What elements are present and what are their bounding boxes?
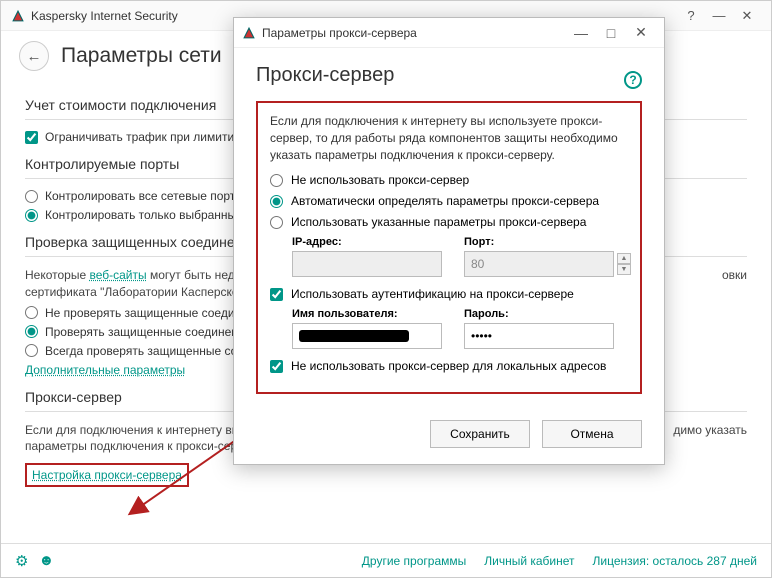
- port-label: Порт:: [464, 236, 631, 248]
- dialog-titlebar: Параметры прокси-сервера — □ ✕: [234, 18, 664, 48]
- proxy-none-radio[interactable]: [270, 174, 283, 187]
- auth-label: Использовать аутентификацию на прокси-се…: [291, 287, 574, 301]
- footer-account[interactable]: Личный кабинет: [484, 554, 574, 568]
- ssl-yes-radio[interactable]: [25, 325, 38, 338]
- proxy-dialog: Параметры прокси-сервера — □ ✕ Прокси-се…: [233, 17, 665, 465]
- footer-other-programs[interactable]: Другие программы: [362, 554, 466, 568]
- ssl-no-radio[interactable]: [25, 306, 38, 319]
- bypass-local-label: Не использовать прокси-сервер для локаль…: [291, 359, 606, 373]
- username-input[interactable]: [292, 323, 442, 349]
- help-icon[interactable]: ?: [677, 8, 705, 23]
- back-button[interactable]: ←: [19, 41, 49, 71]
- ssl-yes-label: Проверять защищенные соединения: [45, 325, 251, 339]
- kaspersky-logo-icon: [11, 9, 25, 23]
- ip-input[interactable]: [292, 251, 442, 277]
- ports-all-label: Контролировать все сетевые порты: [45, 189, 244, 203]
- footer: ⚙ ☻ Другие программы Личный кабинет Лице…: [1, 543, 771, 577]
- dialog-maximize-icon[interactable]: □: [596, 25, 626, 41]
- dialog-heading: Прокси-сервер: [256, 64, 394, 87]
- proxy-none-label: Не использовать прокси-сервер: [291, 173, 469, 187]
- ip-label: IP-адрес:: [292, 236, 442, 248]
- dialog-title: Параметры прокси-сервера: [262, 26, 566, 40]
- port-spinner[interactable]: ▲▼: [617, 253, 631, 275]
- proxy-auto-radio[interactable]: [270, 195, 283, 208]
- bypass-local-checkbox[interactable]: [270, 360, 283, 373]
- websites-link[interactable]: веб-сайты: [89, 268, 146, 282]
- limit-traffic-checkbox[interactable]: [25, 131, 38, 144]
- redacted-username: [299, 330, 409, 342]
- ports-selected-radio[interactable]: [25, 209, 38, 222]
- gear-icon[interactable]: ⚙: [15, 552, 28, 570]
- ssl-extra-link[interactable]: Дополнительные параметры: [25, 363, 185, 377]
- proxy-settings-link[interactable]: Настройка прокси-сервера: [25, 463, 189, 487]
- password-label: Пароль:: [464, 308, 614, 320]
- footer-license[interactable]: Лицензия: осталось 287 дней: [593, 554, 757, 568]
- proxy-manual-radio[interactable]: [270, 216, 283, 229]
- proxy-manual-label: Использовать указанные параметры прокси-…: [291, 215, 586, 229]
- ssl-always-radio[interactable]: [25, 344, 38, 357]
- dialog-close-icon[interactable]: ✕: [626, 24, 656, 41]
- dialog-help-icon[interactable]: ?: [624, 71, 642, 89]
- dialog-intro: Если для подключения к интернету вы испо…: [270, 113, 628, 163]
- cancel-button[interactable]: Отмена: [542, 420, 642, 448]
- username-label: Имя пользователя:: [292, 308, 442, 320]
- page-title: Параметры сети: [61, 44, 222, 68]
- dialog-minimize-icon[interactable]: —: [566, 25, 596, 41]
- support-icon[interactable]: ☻: [38, 552, 54, 569]
- save-button[interactable]: Сохранить: [430, 420, 530, 448]
- password-input[interactable]: [464, 323, 614, 349]
- close-icon[interactable]: ✕: [733, 8, 761, 24]
- proxy-auto-label: Автоматически определять параметры прокс…: [291, 194, 599, 208]
- port-input[interactable]: [464, 251, 614, 277]
- kaspersky-logo-icon: [242, 26, 256, 40]
- highlight-box: Если для подключения к интернету вы испо…: [256, 101, 642, 394]
- ports-all-radio[interactable]: [25, 190, 38, 203]
- auth-checkbox[interactable]: [270, 288, 283, 301]
- minimize-icon[interactable]: —: [705, 8, 733, 23]
